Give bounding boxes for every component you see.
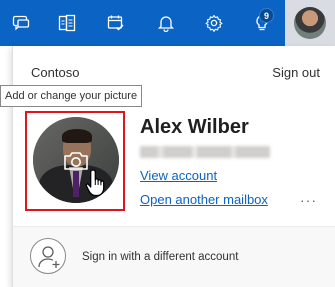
org-name: Contoso <box>31 65 80 80</box>
notification-badge: 9 <box>259 8 274 23</box>
profile-photo-highlight <box>25 111 125 211</box>
gear-icon <box>205 14 223 32</box>
chat-icon <box>12 15 30 31</box>
sign-out-link[interactable]: Sign out <box>272 65 320 80</box>
todo-button[interactable] <box>47 0 87 46</box>
avatar <box>294 7 326 39</box>
sign-in-other-label[interactable]: Sign in with a different account <box>82 251 238 263</box>
whats-new-button[interactable] <box>242 0 282 46</box>
chat-button[interactable] <box>1 0 41 46</box>
open-another-mailbox-link[interactable]: Open another mailbox <box>140 192 268 207</box>
calendar-button[interactable] <box>96 0 136 46</box>
hand-cursor-icon <box>85 169 105 197</box>
bell-icon <box>157 16 175 32</box>
suite-header: 9 <box>0 0 335 46</box>
picture-tooltip: Add or change your picture <box>0 85 143 107</box>
view-account-link[interactable]: View account <box>140 168 217 183</box>
settings-button[interactable] <box>194 0 234 46</box>
more-options-button[interactable]: ··· <box>300 192 317 208</box>
account-manager-button[interactable] <box>285 0 335 46</box>
add-person-icon <box>30 238 66 274</box>
calendar-check-icon <box>107 15 124 31</box>
user-email-redacted <box>140 146 270 158</box>
todo-icon <box>58 14 76 32</box>
notifications-button[interactable] <box>146 0 186 46</box>
user-display-name: Alex Wilber <box>140 116 249 138</box>
